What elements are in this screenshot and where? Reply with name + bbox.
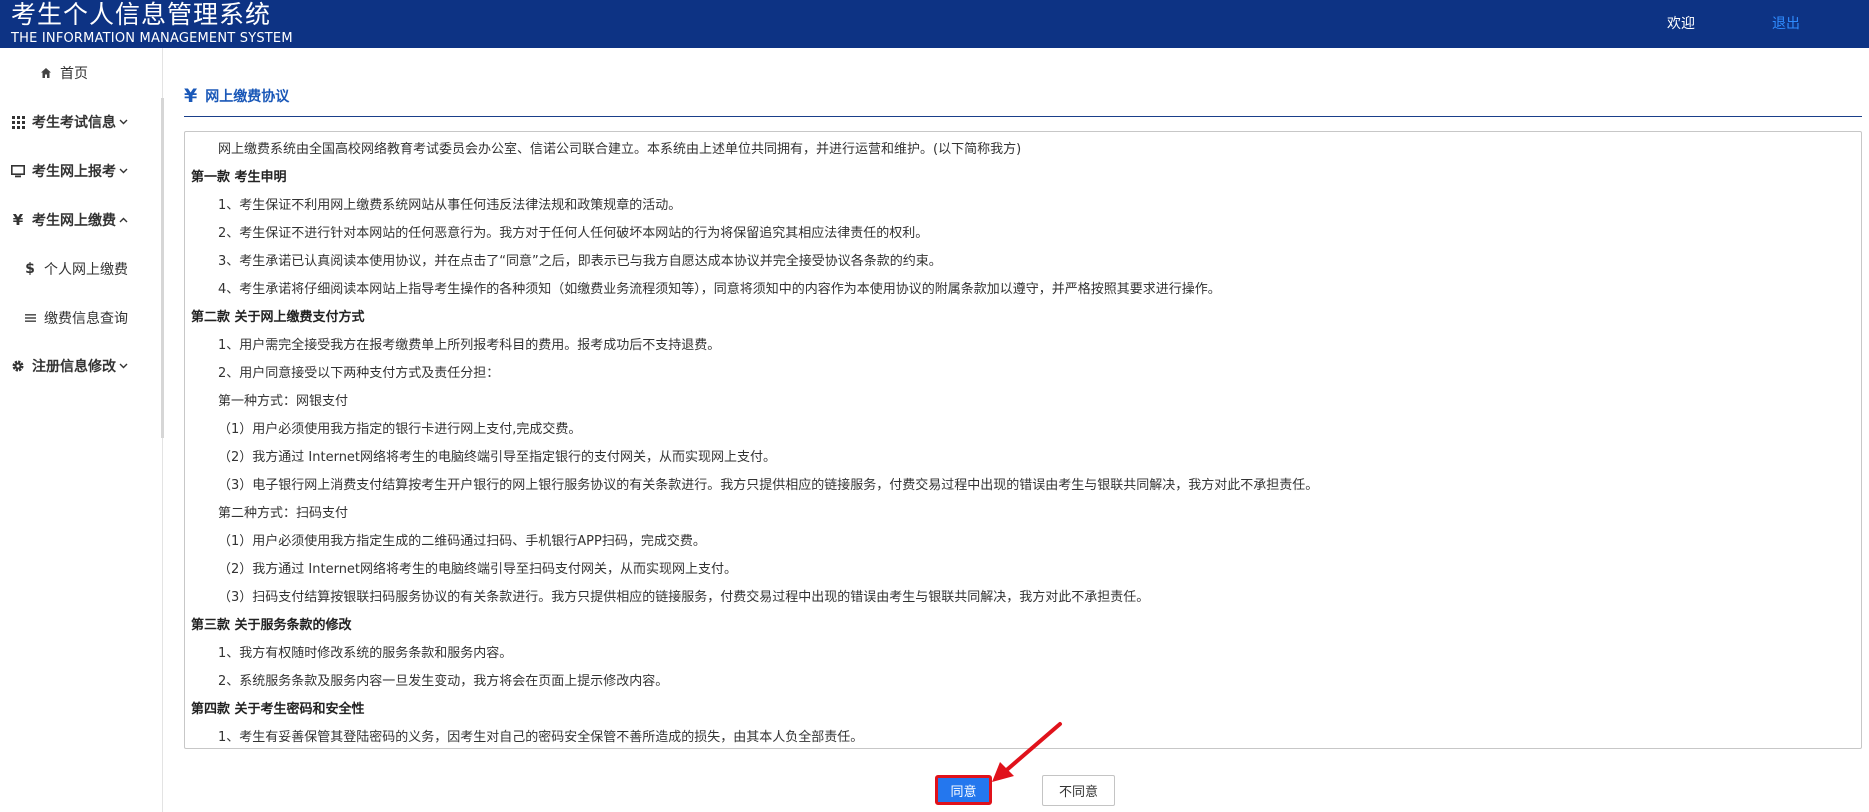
system-title: 考生个人信息管理系统 — [11, 0, 272, 29]
sidebar-item-label: 缴费信息查询 — [44, 311, 128, 327]
sidebar-item-online-payment[interactable]: ¥ 考生网上缴费 — [10, 210, 128, 230]
agree-button[interactable]: 同意 — [935, 775, 992, 805]
agreement-subheading: 第二种方式：扫码支付 — [218, 506, 349, 521]
agreement-clause: （2）我方通过 Internet网络将考生的电脑终端引导至扫码支付网关，从而实现… — [218, 562, 738, 577]
sidebar-item-label: 首页 — [60, 66, 88, 82]
sidebar-item-label: 注册信息修改 — [32, 359, 116, 375]
sidebar-item-label: 考生网上报考 — [32, 164, 116, 180]
agreement-clause: （1）用户必须使用我方指定生成的二维码通过扫码、手机银行APP扫码，完成交费。 — [218, 534, 706, 549]
yen-icon: ¥ — [184, 85, 198, 107]
agreement-clause: 1、考生有妥善保管其登陆密码的义务，因考生对自己的密码安全保管不善所造成的损失，… — [218, 730, 864, 745]
chevron-down-icon — [118, 117, 128, 127]
agreement-heading: 第三款 关于服务条款的修改 — [191, 618, 352, 633]
agreement-clause: 2、考生保证不进行针对本网站的任何恶意行为。我方对于任何人任何破坏本网站的行为将… — [218, 226, 929, 241]
agreement-heading: 第四款 关于考生密码和安全性 — [191, 702, 365, 717]
agreement-clause: 1、考生保证不利用网上缴费系统网站从事任何违反法律法规和政策规章的活动。 — [218, 198, 682, 213]
sidebar-item-home[interactable]: 首页 — [38, 63, 88, 83]
chevron-down-icon — [118, 166, 128, 176]
welcome-text: 欢迎 — [1667, 16, 1695, 32]
agreement-clause: 1、我方有权随时修改系统的服务条款和服务内容。 — [218, 646, 513, 661]
agreement-clause: 3、考生承诺已认真阅读本使用协议，并在点击了“同意”之后，即表示已与我方自愿达成… — [218, 254, 942, 269]
sidebar-item-payment-query[interactable]: 缴费信息查询 — [22, 308, 128, 328]
grid-icon — [10, 114, 26, 130]
agreement-intro: 网上缴费系统由全国高校网络教育考试委员会办公室、信诺公司联合建立。本系统由上述单… — [218, 142, 1022, 157]
sidebar: 首页 考生考试信息 考生网上报考 ¥ 考生网上缴费 $ 个人网上缴费 缴费信息查… — [0, 48, 164, 812]
sidebar-item-label: 考生考试信息 — [32, 115, 116, 131]
gear-icon — [10, 358, 26, 374]
agreement-clause: （1）用户必须使用我方指定的银行卡进行网上支付,完成交费。 — [218, 422, 582, 437]
title-divider — [184, 116, 1862, 117]
agreement-clause: 2、用户同意接受以下两种支付方式及责任分担： — [218, 366, 500, 381]
sidebar-item-personal-payment[interactable]: $ 个人网上缴费 — [22, 259, 128, 279]
agreement-clause: （3）电子银行网上消费支付结算按考生开户银行的网上银行服务协议的有关条款进行。我… — [218, 478, 1319, 493]
monitor-icon — [10, 163, 26, 179]
agreement-heading: 第二款 关于网上缴费支付方式 — [191, 310, 365, 325]
logout-link[interactable]: 退出 — [1772, 13, 1800, 33]
chevron-down-icon — [118, 361, 128, 371]
top-header: 考生个人信息管理系统 THE INFORMATION MANAGEMENT SY… — [0, 0, 1869, 48]
sidebar-item-online-registration[interactable]: 考生网上报考 — [10, 161, 128, 181]
chevron-up-icon — [118, 215, 128, 225]
agreement-clause: 4、考生承诺将仔细阅读本网站上指导考生操作的各种须知（如缴费业务流程须知等），同… — [218, 282, 1221, 297]
home-icon — [38, 65, 54, 81]
list-icon — [22, 310, 38, 326]
sidebar-item-label: 个人网上缴费 — [44, 262, 128, 278]
system-subtitle: THE INFORMATION MANAGEMENT SYSTEM — [11, 31, 293, 46]
agreement-clause: 1、用户需完全接受我方在报考缴费单上所列报考科目的费用。报考成功后不支持退费。 — [218, 338, 721, 353]
yen-icon: ¥ — [12, 211, 24, 229]
agreement-clause: （3）扫码支付结算按银联扫码服务协议的有关条款进行。我方只提供相应的链接服务，付… — [218, 590, 1150, 605]
sidebar-item-exam-info[interactable]: 考生考试信息 — [10, 112, 128, 132]
agreement-clause: 2、系统服务条款及服务内容一旦发生变动，我方将会在页面上提示修改内容。 — [218, 674, 669, 689]
section-title: ¥ 网上缴费协议 — [184, 86, 289, 106]
agreement-textbox[interactable]: 网上缴费系统由全国高校网络教育考试委员会办公室、信诺公司联合建立。本系统由上述单… — [184, 131, 1862, 749]
agreement-subheading: 第一种方式：网银支付 — [218, 394, 349, 409]
dollar-icon: $ — [25, 261, 35, 277]
sidebar-item-label: 考生网上缴费 — [32, 213, 116, 229]
sidebar-scrollbar[interactable] — [161, 98, 164, 438]
agreement-heading: 第一款 考生申明 — [191, 170, 287, 185]
agreement-clause: （2）我方通过 Internet网络将考生的电脑终端引导至指定银行的支付网关，从… — [218, 450, 777, 465]
sidebar-item-edit-registration[interactable]: 注册信息修改 — [10, 356, 128, 376]
section-title-label: 网上缴费协议 — [205, 89, 290, 105]
disagree-button[interactable]: 不同意 — [1042, 775, 1115, 806]
